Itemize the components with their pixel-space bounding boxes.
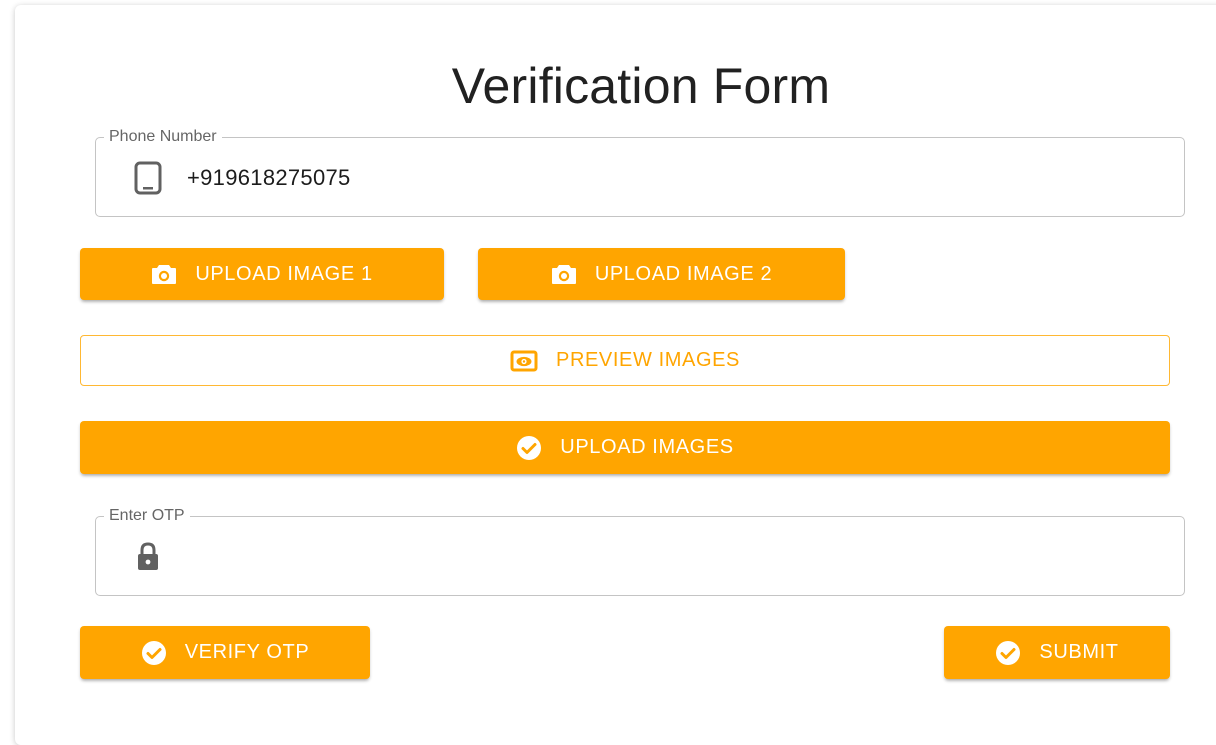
verify-otp-button[interactable]: VERIFY OTP [80,626,370,679]
otp-label: Enter OTP [109,507,185,524]
preview-images-button[interactable]: PREVIEW IMAGES [80,335,1170,386]
submit-button[interactable]: SUBMIT [944,626,1170,679]
lock-icon [133,540,163,574]
preview-icon [510,350,538,372]
phone-number-field[interactable]: Phone Number +919618275075 [95,129,1185,217]
submit-label: SUBMIT [1039,641,1119,663]
phone-number-label: Phone Number [109,128,217,145]
upload-images-button[interactable]: UPLOAD IMAGES [80,421,1170,474]
check-circle-icon [141,640,167,666]
upload-image-1-label: UPLOAD IMAGE 1 [195,262,373,285]
upload-images-label: UPLOAD IMAGES [560,436,734,458]
camera-icon [151,263,177,285]
otp-field[interactable]: Enter OTP [95,508,1185,596]
upload-image-2-button[interactable]: UPLOAD IMAGE 2 [478,248,845,300]
form-title: Verification Form [451,58,831,114]
phone-number-input[interactable]: +919618275075 [187,161,351,195]
upload-image-2-label: UPLOAD IMAGE 2 [594,262,773,285]
verification-form-card: Verification Form Phone Number +91961827… [15,5,1216,745]
smartphone-icon [133,161,163,195]
verify-otp-label: VERIFY OTP [184,641,310,663]
otp-outline: Enter OTP [95,508,1185,596]
upload-image-1-button[interactable]: UPLOAD IMAGE 1 [80,248,444,300]
check-circle-icon [995,640,1021,666]
check-circle-icon [516,435,542,461]
camera-icon [551,263,577,285]
preview-images-label: PREVIEW IMAGES [556,349,740,371]
